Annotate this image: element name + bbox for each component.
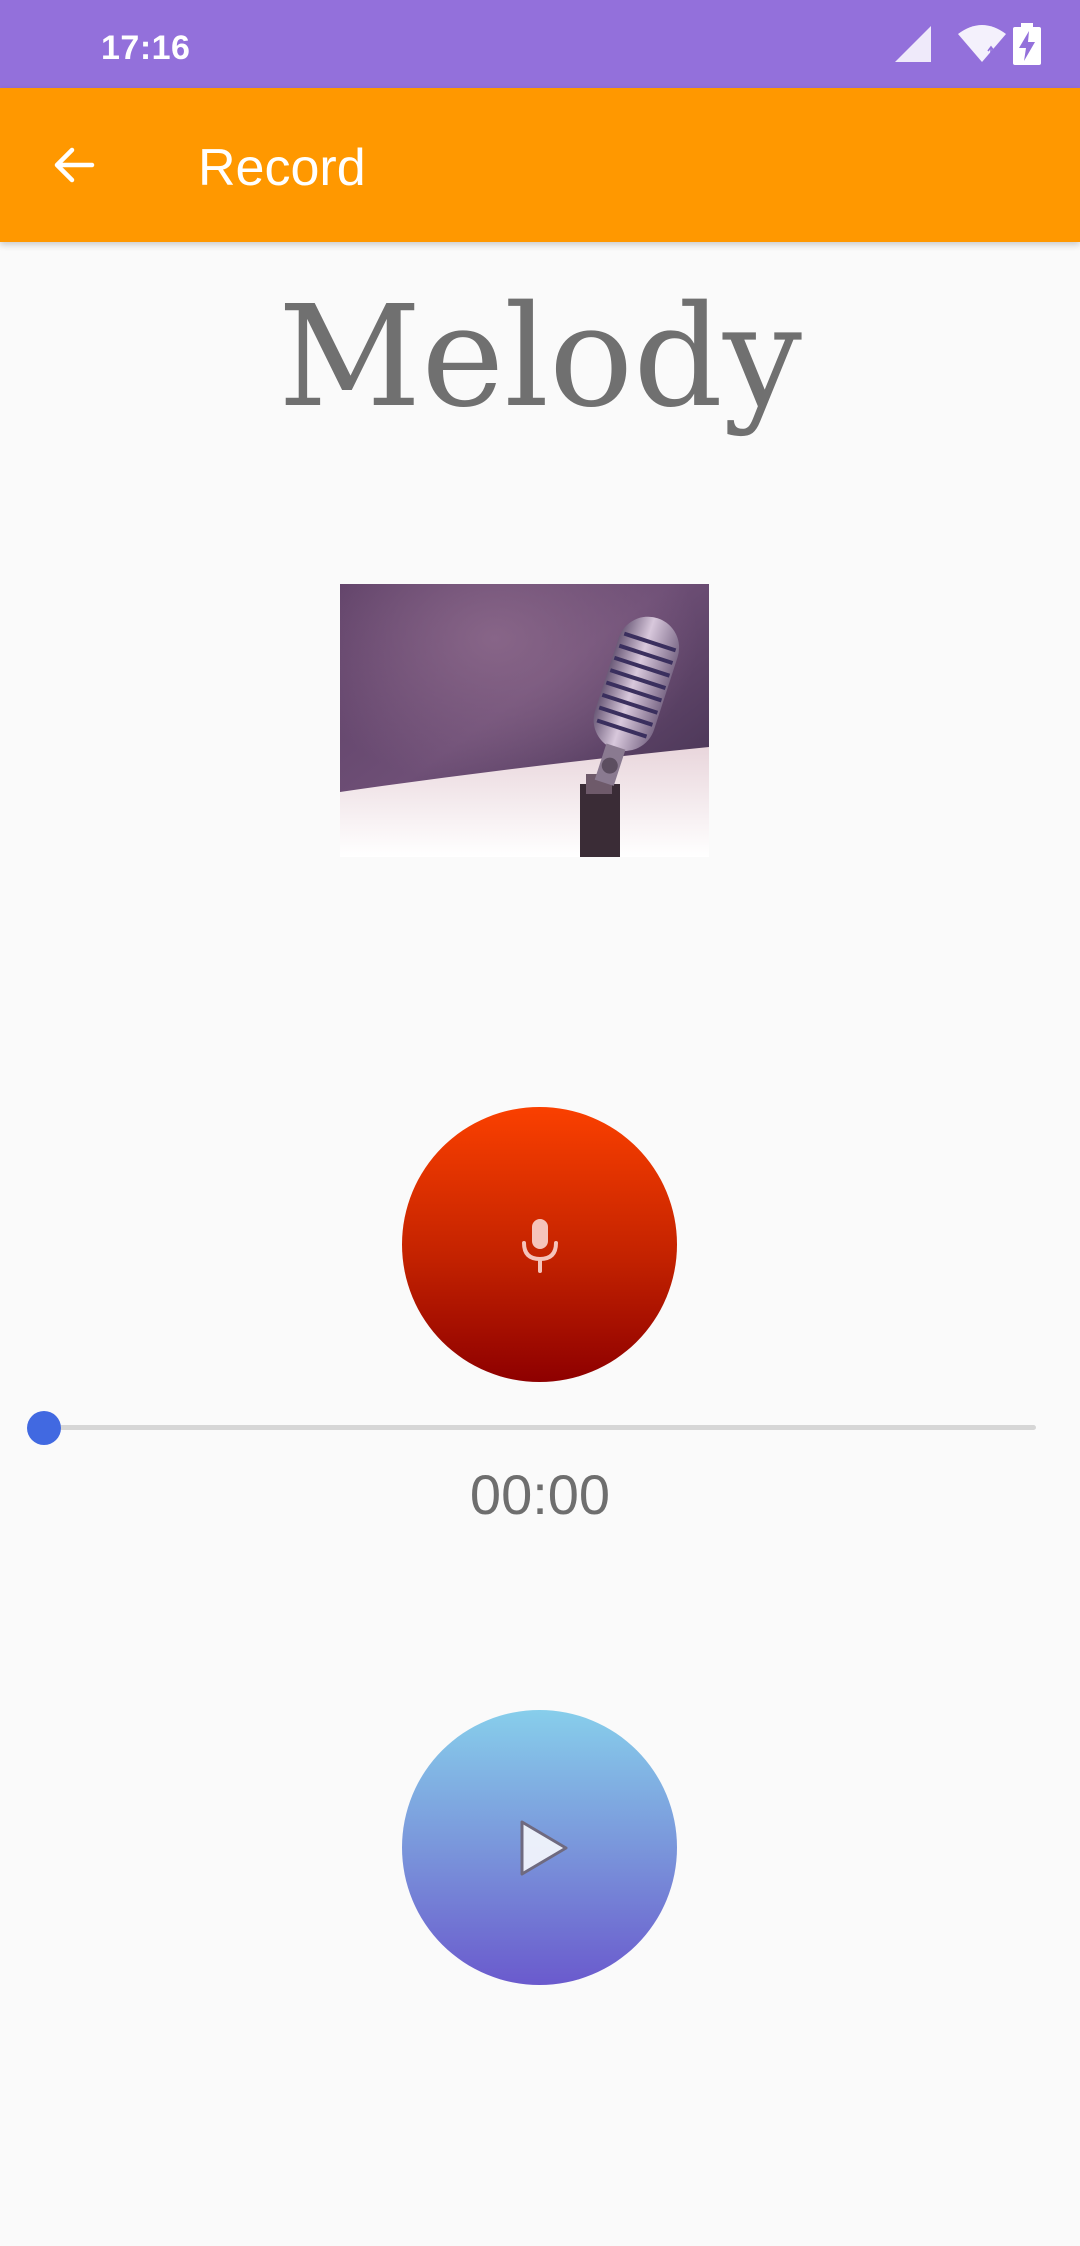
- seekbar-thumb[interactable]: [27, 1411, 61, 1445]
- mic-icon: [521, 1218, 558, 1273]
- play-button[interactable]: [402, 1710, 677, 1985]
- wifi-icon: [958, 25, 1006, 62]
- record-button[interactable]: [402, 1107, 677, 1382]
- status-time: 17:16: [101, 29, 191, 67]
- time-display: 00:00: [469, 1463, 611, 1526]
- seekbar-track[interactable]: [44, 1425, 1036, 1430]
- app-bar: Record: [0, 88, 1080, 242]
- arrow-back-icon: [54, 147, 95, 183]
- battery-charging-icon: [1013, 23, 1041, 65]
- vintage-microphone-photo: [340, 584, 709, 857]
- melody-heading: Melody: [278, 276, 802, 439]
- page-title: Record: [198, 139, 366, 197]
- cell-signal-icon: [895, 26, 931, 62]
- play-icon: [520, 1820, 567, 1875]
- status-bar: 17:16: [0, 0, 1080, 88]
- back-button[interactable]: [30, 121, 118, 209]
